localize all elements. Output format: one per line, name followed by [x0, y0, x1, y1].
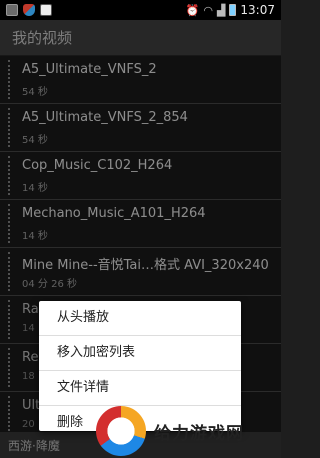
alarm-icon: ⏰: [185, 3, 200, 17]
app-icon: [40, 4, 52, 16]
watermark: 给力游戏网: [96, 404, 281, 458]
battery-icon: [229, 4, 237, 16]
menu-item-file-details[interactable]: 文件详情: [39, 371, 241, 406]
shield-icon: [23, 4, 35, 16]
status-bar: ⏰ ◠ ▟ 13:07: [0, 0, 281, 20]
status-time: 13:07: [240, 3, 275, 17]
watermark-text: 给力游戏网: [154, 423, 244, 444]
signal-icon: ▟: [216, 3, 226, 17]
watermark-logo-icon: [96, 406, 146, 456]
menu-item-move-to-encrypted[interactable]: 移入加密列表: [39, 336, 241, 371]
gallery-icon: [6, 4, 18, 16]
wifi-icon: ◠: [203, 3, 213, 17]
menu-item-play-from-start[interactable]: 从头播放: [39, 301, 241, 336]
